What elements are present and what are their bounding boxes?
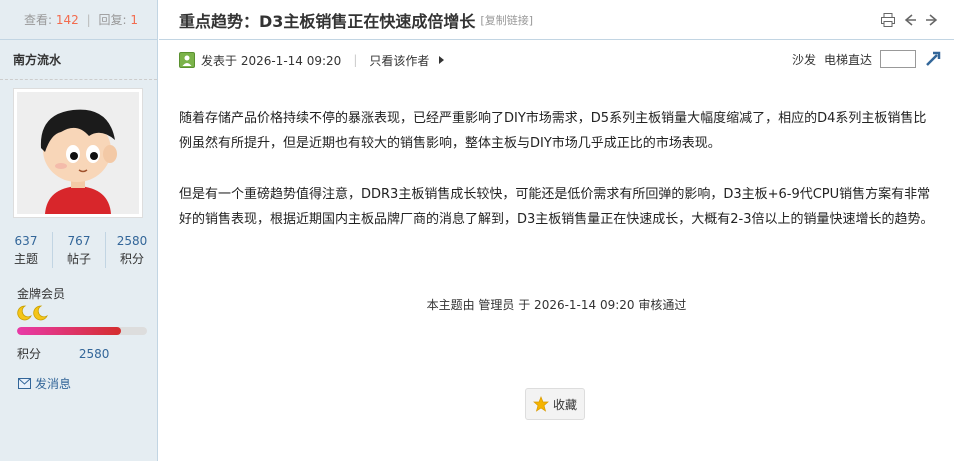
stat-separator: | <box>86 13 91 27</box>
avatar-image <box>17 92 139 214</box>
topics-count-cell[interactable]: 637 主题 <box>0 232 53 268</box>
only-author-link[interactable]: 只看该作者 <box>369 52 429 69</box>
prev-thread-icon[interactable] <box>902 12 918 28</box>
send-message-link[interactable]: 发消息 <box>18 375 71 392</box>
online-status-icon <box>179 52 195 68</box>
star-icon <box>533 396 549 412</box>
elevator-label: 电梯直达 <box>823 52 872 67</box>
rank-title: 金牌会员 <box>17 287 66 301</box>
post-main: 重点趋势：D3主板销售正在快速成倍增长 [复制链接] 发表于 2026-1-14… <box>159 0 954 461</box>
post-content: 随着存储产品价格持续不停的暴涨表现，已经严重影响了DIY市场需求，D5系列主板销… <box>179 106 939 258</box>
points-count-cell[interactable]: 2580 积分 <box>106 232 158 268</box>
arrow-right-icon <box>439 56 445 64</box>
replies-label: 回复: <box>98 13 127 27</box>
posts-label: 帖子 <box>66 252 91 266</box>
post-meta: 发表于 2026-1-14 09:20 | 只看该作者 <box>179 50 445 70</box>
floor-tools: 沙发 电梯直达 <box>792 50 942 68</box>
rank-progress-bar <box>17 327 147 335</box>
credits-label: 积分 <box>17 347 42 361</box>
copy-link[interactable]: [复制链接] <box>480 12 533 28</box>
avatar[interactable] <box>13 88 143 218</box>
posts-count-cell[interactable]: 767 帖子 <box>53 232 106 268</box>
credits-value: 2580 <box>78 347 110 361</box>
floor-number-input[interactable] <box>880 50 916 68</box>
post-date: 发表于 2026-1-14 09:20 <box>201 53 342 68</box>
go-arrow-icon[interactable] <box>924 50 942 68</box>
thread-stats: 查看: 142 | 回复: 1 <box>0 0 157 40</box>
sofa-label: 沙发 <box>791 52 816 67</box>
points-label: 积分 <box>119 252 144 266</box>
topics-label: 主题 <box>13 252 38 266</box>
print-icon[interactable] <box>880 12 896 28</box>
thread-title: 重点趋势：D3主板销售正在快速成倍增长 <box>179 11 476 31</box>
next-thread-icon[interactable] <box>924 12 940 28</box>
envelope-icon <box>18 378 31 389</box>
views-count: 142 <box>55 13 79 27</box>
post-paragraph: 但是有一个重磅趋势值得注意，DDR3主板销售成长较快，可能还是低价需求有所回弹的… <box>179 187 934 227</box>
points-count[interactable]: 2580 <box>106 232 158 250</box>
post-paragraph: 随着存储产品价格持续不停的暴涨表现，已经严重影响了DIY市场需求，D5系列主板销… <box>179 111 927 151</box>
rank-progress-fill <box>17 327 121 335</box>
meta-divider: | <box>353 53 358 67</box>
title-actions <box>880 12 940 28</box>
rank-moon-icons <box>16 305 56 321</box>
author-counts: 637 主题 767 帖子 2580 积分 <box>0 232 158 268</box>
views-label: 查看: <box>24 13 53 27</box>
posts-count[interactable]: 767 <box>53 232 105 250</box>
topics-count[interactable]: 637 <box>0 232 52 250</box>
moderation-note: 本主题由 管理员 于 2026-1-14 09:20 审核通过 <box>426 298 687 312</box>
send-message-label: 发消息 <box>35 377 72 391</box>
author-name[interactable]: 南方流水 <box>0 40 157 80</box>
credits-row: 积分 2580 <box>17 345 109 362</box>
favorite-label: 收藏 <box>552 397 577 412</box>
author-sidebar: 查看: 142 | 回复: 1 南方流水 637 主题 767 帖子 2580 … <box>0 0 158 461</box>
thread-title-bar: 重点趋势：D3主板销售正在快速成倍增长 [复制链接] <box>159 0 954 40</box>
replies-count: 1 <box>130 13 138 27</box>
favorite-button[interactable]: 收藏 <box>525 388 585 420</box>
